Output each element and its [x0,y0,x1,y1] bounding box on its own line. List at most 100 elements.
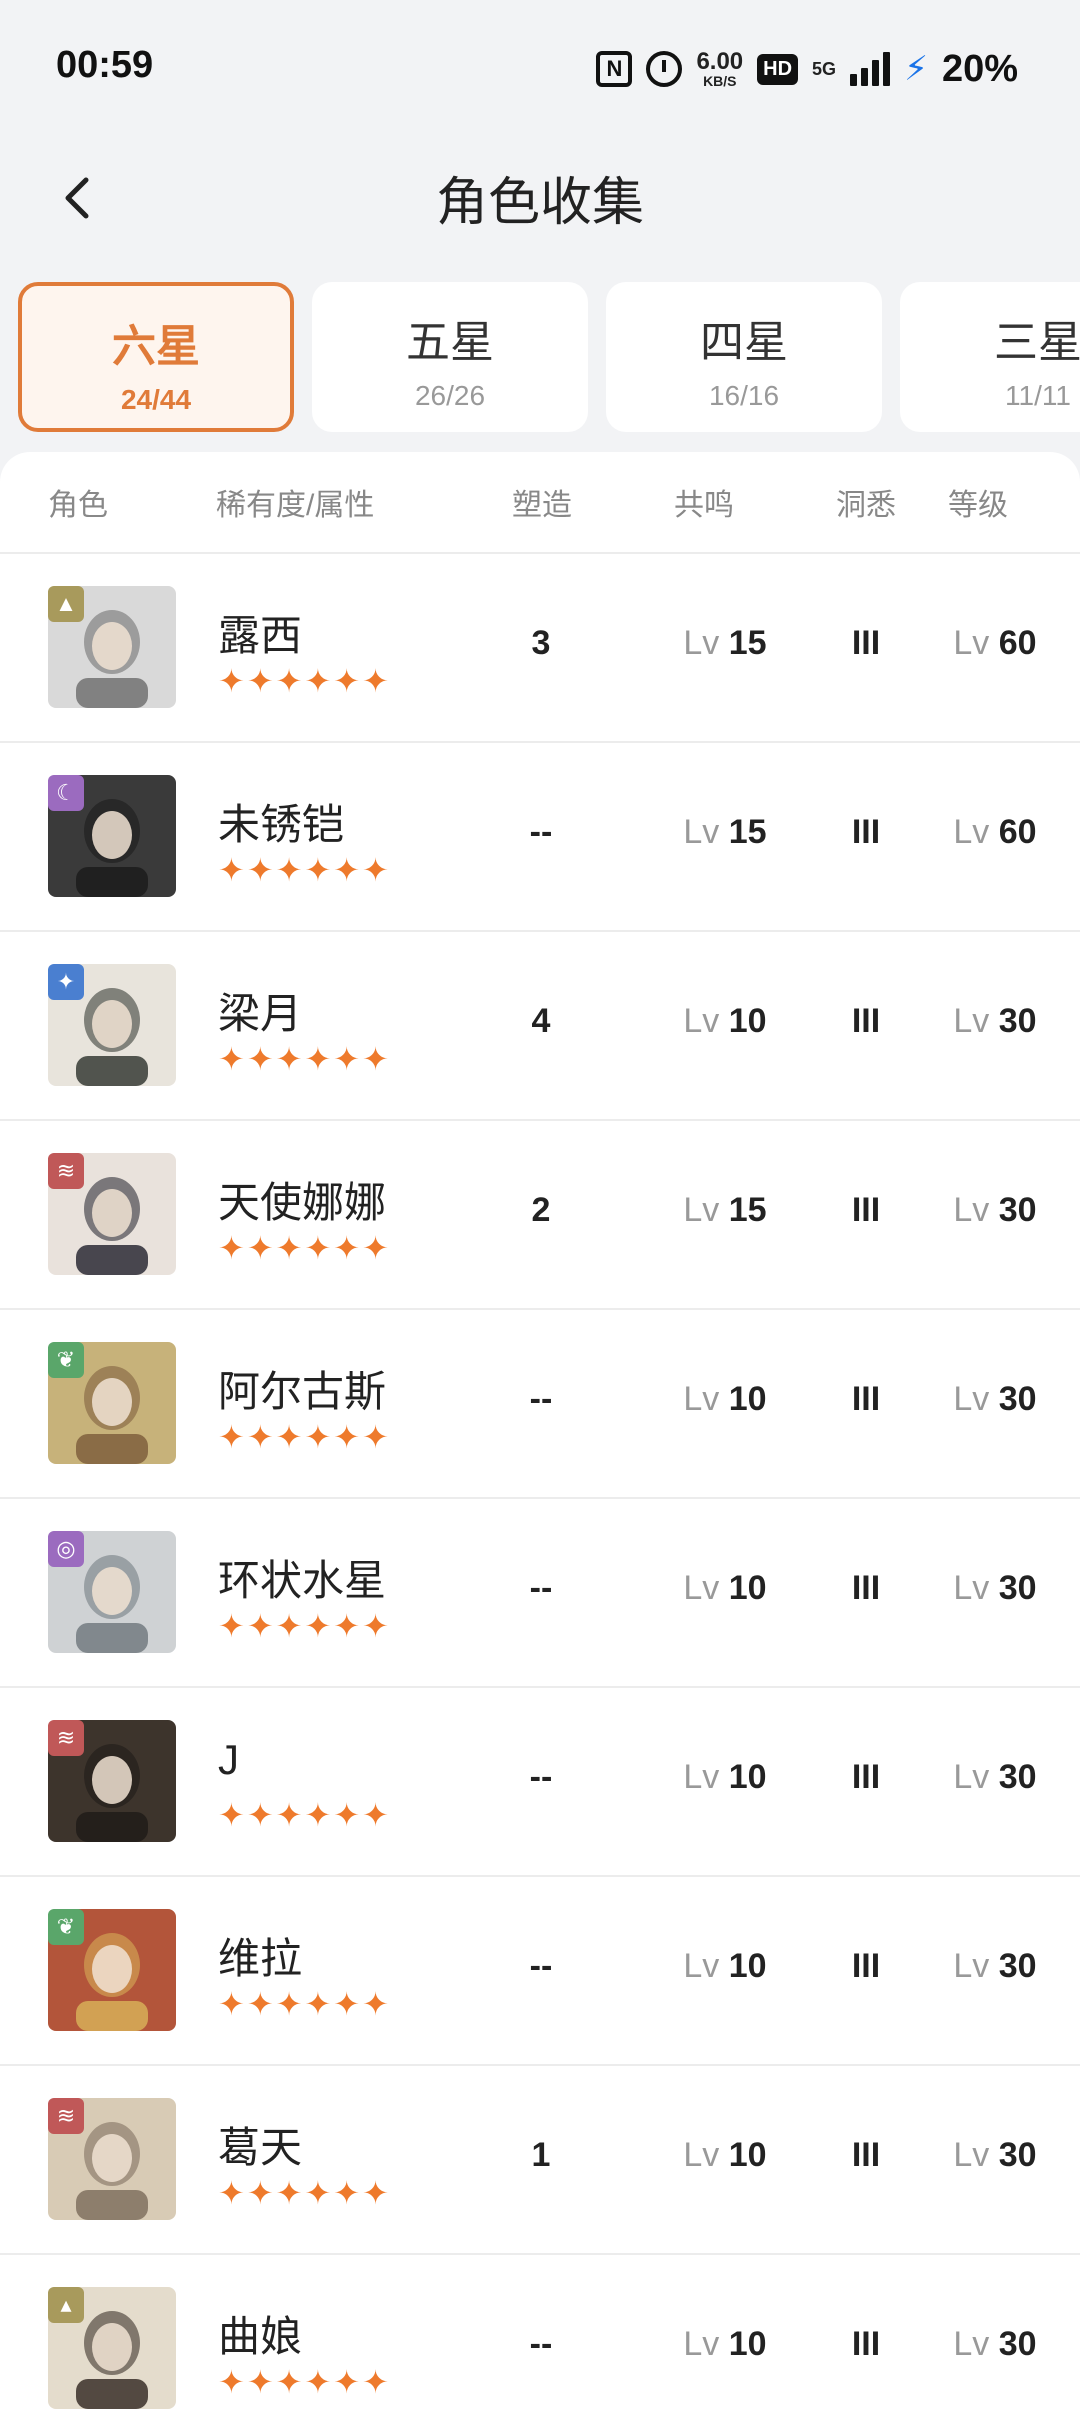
shape-value: 3 [531,624,551,662]
character-table: 角色 稀有度/属性 塑造 共鸣 洞悉 等级 ▲ 露西 ✦✦✦✦✦✦ 3 Lv 15 III… [0,452,1080,2412]
insight-value: III [851,1758,881,1796]
table-header: 角色 稀有度/属性 塑造 共鸣 洞悉 等级 [0,452,1080,554]
insight-value: III [851,1947,881,1985]
nfc-icon: N [596,51,633,87]
shape-value: 2 [531,1191,551,1229]
rarity-stars: ✦✦✦✦✦✦ [218,852,391,888]
claw-icon: ≋ [48,2098,84,2134]
claw-icon: ≋ [48,1153,84,1189]
character-name: 葛天 [218,2124,303,2171]
character-name: 环状水星 [218,1557,387,1604]
alarm-icon [646,51,683,87]
resonance-level: Lv 10 [683,1947,767,1985]
header-resonance: 共鸣 [674,489,734,522]
shape-value: 4 [531,1002,551,1040]
signal-strength-icon [850,52,891,86]
table-row[interactable]: ≋ J ✦✦✦✦✦✦ -- Lv 10 III Lv 30 [0,1688,1080,1877]
resonance-level: Lv 10 [683,1002,767,1040]
rarity-stars: ✦✦✦✦✦✦ [218,1041,391,1077]
header-insight: 洞悉 [836,489,896,522]
character-name: 曲娘 [218,2313,303,2360]
character-name: 天使娜娜 [218,1179,387,1226]
table-row[interactable]: ◎ 环状水星 ✦✦✦✦✦✦ -- Lv 10 III Lv 30 [0,1499,1080,1688]
insight-value: III [851,1380,881,1418]
shape-value: -- [529,1380,553,1418]
insight-value: III [851,1002,881,1040]
leaf-icon: ❦ [48,1909,84,1945]
header-rarity: 稀有度/属性 [216,489,375,522]
table-row[interactable]: ✦ 梁月 ✦✦✦✦✦✦ 4 Lv 10 III Lv 30 [0,932,1080,1121]
shape-value: -- [529,813,553,851]
status-bar: 00:59 N 6.00 KB/S HD 5G ⚡ 20% [0,0,1080,140]
rarity-tabs: 六星 24/44 五星 26/26 四星 16/16 三星 11/11 [18,282,1080,432]
rarity-stars: ✦✦✦✦✦✦ [218,2364,391,2400]
tab-six-star[interactable]: 六星 24/44 [18,282,294,432]
moon-icon: ☾ [48,775,84,811]
header-shape: 塑造 [512,489,572,522]
rarity-stars: ✦✦✦✦✦✦ [218,1419,391,1455]
resonance-level: Lv 10 [683,1569,767,1607]
character-name: 阿尔古斯 [218,1368,387,1415]
tab-four-star[interactable]: 四星 16/16 [606,282,882,432]
network-speed: 6.00 KB/S [696,48,744,89]
page-header: 角色收集 [0,140,1080,250]
table-row[interactable]: ≋ 葛天 ✦✦✦✦✦✦ 1 Lv 10 III Lv 30 [0,2066,1080,2255]
rock-icon: ▴ [48,2287,84,2323]
resonance-level: Lv 10 [683,2136,767,2174]
resonance-level: Lv 15 [683,813,767,851]
character-name: J [218,1736,239,1783]
table-row[interactable]: ☾ 未锈铠 ✦✦✦✦✦✦ -- Lv 15 III Lv 60 [0,743,1080,932]
tab-five-star[interactable]: 五星 26/26 [312,282,588,432]
character-list: ▲ 露西 ✦✦✦✦✦✦ 3 Lv 15 III Lv 60 ☾ 未锈铠 ✦✦✦✦✦✦ -- Lv 15… [0,554,1080,2412]
insight-value: III [851,1191,881,1229]
shape-value: -- [529,2325,553,2363]
page-title: 角色收集 [435,174,644,232]
triangle-icon: ▲ [48,586,84,622]
insight-value: III [851,2325,881,2363]
hd-icon: HD [757,53,799,85]
network-type-icon: 5G [812,59,837,79]
resonance-level: Lv 10 [683,2325,767,2363]
tab-three-star[interactable]: 三星 11/11 [900,282,1080,432]
star-icon: ✦ [48,964,84,1000]
character-level: Lv 30 [953,1380,1037,1418]
character-name: 露西 [218,612,303,659]
insight-value: III [851,2136,881,2174]
resonance-level: Lv 15 [683,1191,767,1229]
insight-value: III [851,813,881,851]
character-name: 梁月 [218,990,303,1037]
charging-bolt-icon: ⚡ [904,50,928,88]
table-row[interactable]: ❦ 阿尔古斯 ✦✦✦✦✦✦ -- Lv 10 III Lv 30 [0,1310,1080,1499]
claw-icon: ≋ [48,1720,84,1756]
character-level: Lv 30 [953,1947,1037,1985]
status-time: 00:59 [56,44,154,86]
character-level: Lv 30 [953,1002,1037,1040]
ring-icon: ◎ [48,1531,84,1567]
table-row[interactable]: ▴ 曲娘 ✦✦✦✦✦✦ -- Lv 10 III Lv 30 [0,2255,1080,2412]
character-level: Lv 30 [953,1569,1037,1607]
character-name: 未锈铠 [218,801,345,848]
resonance-level: Lv 15 [683,624,767,662]
status-icons: N 6.00 KB/S HD 5G ⚡ 20% [596,44,1018,94]
table-row[interactable]: ❦ 维拉 ✦✦✦✦✦✦ -- Lv 10 III Lv 30 [0,1877,1080,2066]
rarity-stars: ✦✦✦✦✦✦ [218,1986,391,2022]
shape-value: 1 [531,2136,551,2174]
character-level: Lv 60 [953,624,1037,662]
header-character: 角色 [48,489,108,522]
resonance-level: Lv 10 [683,1758,767,1796]
table-row[interactable]: ▲ 露西 ✦✦✦✦✦✦ 3 Lv 15 III Lv 60 [0,554,1080,743]
rarity-stars: ✦✦✦✦✦✦ [218,1230,391,1266]
character-level: Lv 30 [953,2136,1037,2174]
table-row[interactable]: ≋ 天使娜娜 ✦✦✦✦✦✦ 2 Lv 15 III Lv 30 [0,1121,1080,1310]
rarity-stars: ✦✦✦✦✦✦ [218,1797,391,1833]
shape-value: -- [529,1947,553,1985]
resonance-level: Lv 10 [683,1380,767,1418]
header-level: 等级 [948,489,1008,522]
shape-value: -- [529,1569,553,1607]
rarity-stars: ✦✦✦✦✦✦ [218,663,391,699]
insight-value: III [851,624,881,662]
character-level: Lv 30 [953,1191,1037,1229]
shape-value: -- [529,1758,553,1796]
rarity-stars: ✦✦✦✦✦✦ [218,1608,391,1644]
rarity-stars: ✦✦✦✦✦✦ [218,2175,391,2211]
